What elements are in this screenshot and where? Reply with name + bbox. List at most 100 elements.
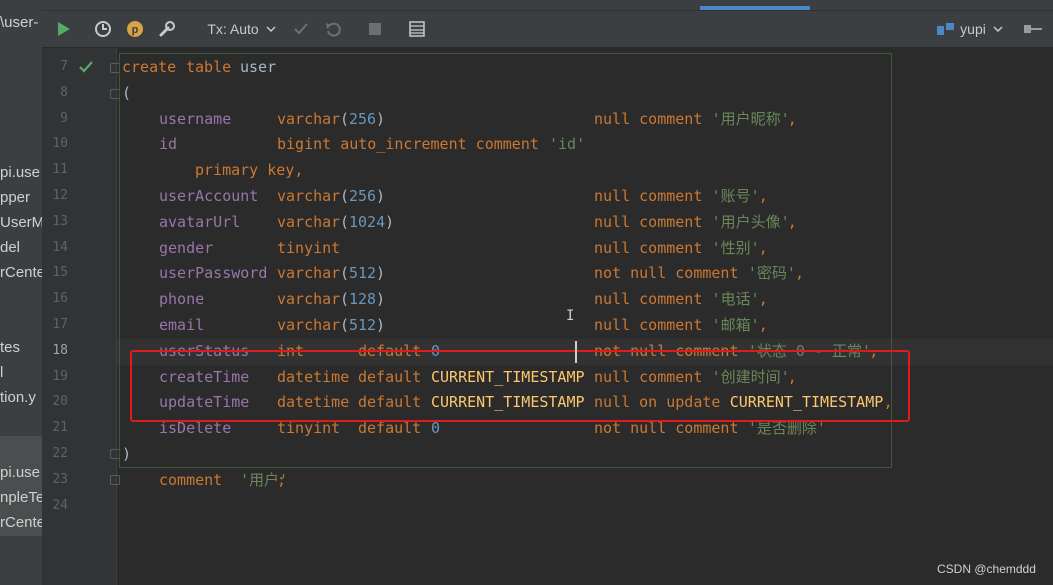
line-number: 23 [52,471,68,487]
code-token: ) [376,290,386,309]
project-item[interactable]: tes [0,339,20,356]
project-item[interactable]: \user- [0,14,38,31]
code-token: varchar [277,212,341,231]
line-number: 24 [52,497,68,513]
line-number: 13 [52,213,68,229]
tx-mode-label: Tx: Auto [207,21,259,37]
code-token: ( [340,264,350,283]
code-token: null comment [594,238,703,257]
project-item[interactable]: rCente [0,514,42,531]
code-token: null comment [594,109,703,128]
run-button[interactable] [52,17,74,41]
clock-icon [95,21,111,37]
code-token: '密码' [747,264,796,283]
chevron-down-icon [266,26,276,33]
code-token: 'id' [549,135,586,154]
line-number: 19 [52,368,68,384]
code-token: ) [376,109,386,128]
explain-plan-button[interactable]: p [124,17,146,41]
commit-button[interactable] [290,17,312,41]
code-token: 256 [349,187,377,205]
project-item[interactable]: pi.use [0,164,40,181]
project-item[interactable]: npleTe [0,489,42,506]
datasource-label: yupi [960,21,986,37]
code-token: 512 [349,316,377,334]
code-token: phone [159,290,205,309]
history-button[interactable] [92,17,114,41]
code-token: ( [340,290,350,309]
project-panel: \user-pi.use pper UserM del rCente tes l tion.y… [0,0,42,585]
wrench-icon [159,21,175,37]
code-token: userPassword [159,264,268,283]
code-token: '性别' [711,238,760,257]
line-number: 20 [52,394,68,410]
tab-bar [0,0,1053,11]
code-token: 1024 [349,212,386,231]
tx-mode-dropdown[interactable]: Tx: Auto [205,17,279,41]
code-token: 512 [349,264,377,283]
p-circle-icon: p [127,21,143,37]
code-token: '用户头像' [711,212,790,231]
code-token: 256 [349,109,377,128]
run-icon [58,22,70,36]
code-token: username [159,109,232,128]
undo-icon [326,22,341,37]
code-token: '账号' [711,187,760,205]
code-token: bigint auto_increment comment [277,135,539,154]
code-token: , [787,109,797,128]
project-item[interactable]: del [0,239,20,256]
line-number: 14 [52,239,68,255]
project-item[interactable]: UserM [0,214,42,231]
line-number: 16 [52,291,68,307]
line-number: 18 [52,342,68,358]
code-token: ( [340,316,350,334]
code-token: ; [277,470,287,489]
project-item[interactable]: l [0,364,3,381]
line-number: 12 [52,188,68,203]
code-token: , [758,187,768,205]
line-number: 11 [52,162,68,178]
session-button[interactable] [1018,17,1048,41]
settings-button[interactable] [156,17,178,41]
code-token: user [240,58,277,76]
line-number: 15 [52,265,68,281]
annotation-highlight-box [130,350,910,422]
code-token: , [794,264,804,283]
code-token: ) [376,264,386,283]
datasource-selector[interactable]: yupi [936,17,1004,41]
stop-button[interactable] [364,17,386,41]
code-token: null comment [594,212,703,231]
line-number: 9 [60,110,68,126]
code-token: ( [122,83,132,102]
code-token: varchar [277,187,341,205]
project-item[interactable]: pper [0,189,30,206]
line-number: 21 [52,420,68,436]
code-token: create [122,58,177,76]
code-token: varchar [277,316,341,334]
code-token: avatarUrl [159,212,241,231]
code-token: ) [376,316,386,334]
code-token: 128 [349,290,377,309]
mouse-ibeam-cursor: I [566,308,575,324]
plug-icon [1024,25,1042,33]
project-item[interactable]: rCente [0,264,42,281]
fold-marker[interactable] [110,475,120,485]
code-token: varchar [277,264,341,283]
project-item[interactable]: pi.use [0,464,40,481]
code-token: null comment [594,316,703,334]
chevron-down-icon [993,26,1003,33]
project-item[interactable]: tion.y [0,389,36,406]
code-token: ) [376,187,386,205]
code-token: null comment [594,290,703,309]
code-token: gender [159,238,214,257]
code-token: ) [385,212,395,231]
query-toolbar: p Tx: Auto yupi [42,11,1053,48]
output-button[interactable] [406,17,428,41]
line-number: 7 [60,59,68,74]
code-token: , [787,212,797,231]
watermark: CSDN @chemddd [937,562,1036,576]
code-token: , [758,316,768,334]
code-token: id [159,135,178,154]
rollback-button[interactable] [322,17,344,41]
line-number: 22 [52,446,68,461]
